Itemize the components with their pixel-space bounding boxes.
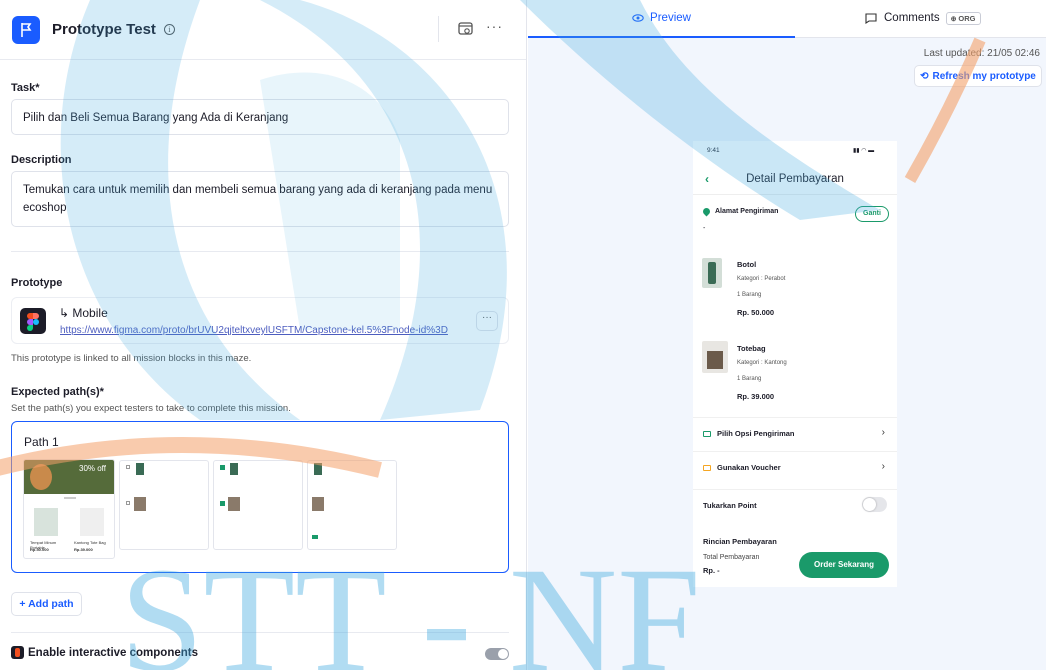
prototype-more-button[interactable]: ··· [476, 311, 498, 331]
truck-icon [703, 430, 711, 437]
org-badge-label: ORG [958, 13, 976, 23]
more-icon[interactable]: ··· [486, 18, 503, 34]
discount-text: 30% off [79, 464, 106, 473]
product-price-2: Rp.39.000 [74, 547, 93, 552]
voucher-icon [703, 464, 711, 471]
tab-comments[interactable]: Comments ⊕ ORG [865, 0, 981, 36]
product-price-1: Rp.50.000 [30, 547, 49, 552]
path-card[interactable]: Path 1 30% off Tempat Minum Portable Rp.… [11, 421, 509, 573]
path-screen-cart-selected[interactable] [213, 460, 303, 550]
chevron-right-icon: › [881, 461, 885, 472]
item-name: Totebag [737, 344, 766, 353]
preview-panel: Preview Comments ⊕ ORG Last updated: 21/… [528, 0, 1046, 670]
prototype-card[interactable]: ↳ Mobile https://www.figma.com/proto/brU… [11, 297, 509, 344]
prototype-label: Prototype [11, 277, 63, 289]
editor-header: Prototype Test i [0, 0, 526, 60]
prototype-url[interactable]: https://www.figma.com/proto/brUVU2qjtelt… [60, 325, 452, 336]
banner-image: 30% off [24, 460, 114, 494]
points-row: Tukarkan Point [693, 489, 897, 519]
phone-app-header: ‹ Detail Pembayaran [693, 165, 897, 195]
signal-icon: ▮▮ ◠ ▬ [853, 148, 875, 154]
expected-paths-hint: Set the path(s) you expect testers to ta… [11, 403, 291, 414]
info-icon[interactable]: i [163, 24, 175, 35]
refresh-icon: ⟲ [920, 70, 929, 82]
figma-icon [11, 646, 24, 659]
payment-summary-heading: Rincian Pembayaran [703, 537, 777, 546]
last-updated: Last updated: 21/05 02:46 [923, 48, 1040, 59]
refresh-prototype-button[interactable]: ⟲ Refresh my prototype [914, 65, 1042, 87]
points-toggle[interactable] [862, 497, 887, 512]
location-pin-icon [701, 206, 712, 217]
voucher-label: Gunakan Voucher [717, 463, 781, 472]
item-price: Rp. 50.000 [737, 308, 775, 317]
add-path-button[interactable]: + Add path [11, 592, 82, 616]
item-name: Botol [737, 260, 757, 269]
product-name-2: Kantong Tote Bag [74, 540, 106, 545]
bottle-image [702, 258, 722, 288]
address-label: Alamat Pengiriman [715, 208, 779, 215]
prototype-name: ↳ Mobile [59, 306, 108, 320]
expected-paths-label: Expected path(s)* [11, 386, 104, 398]
prototype-note: This prototype is linked to all mission … [11, 353, 252, 364]
points-label: Tukarkan Point [703, 501, 757, 510]
address-value: - [703, 225, 706, 232]
window-edit-icon[interactable] [458, 22, 474, 36]
eye-icon [632, 14, 644, 22]
change-address-button[interactable]: Ganti [855, 206, 889, 222]
item-price: Rp. 39.000 [737, 392, 775, 401]
path-screen-checkout[interactable] [307, 460, 397, 550]
interactive-components-toggle[interactable] [485, 648, 509, 660]
description-label: Description [11, 154, 72, 166]
description-input[interactable]: Temukan cara untuk memilih dan membeli s… [11, 171, 509, 227]
tab-comments-label: Comments [884, 12, 940, 24]
totebag-image [702, 341, 728, 373]
path-screen-home[interactable]: 30% off Tempat Minum Portable Rp.50.000 … [23, 459, 115, 559]
mission-editor-panel: Prototype Test i ··· Task* Pilih dan Bel… [0, 0, 527, 670]
shipping-label: Pilih Opsi Pengiriman [717, 429, 795, 438]
tab-preview-label: Preview [650, 12, 691, 24]
order-now-button[interactable]: Order Sekarang [799, 552, 889, 578]
item-qty: 1 Barang [737, 292, 762, 298]
comment-icon [865, 12, 877, 24]
flag-icon [12, 15, 40, 44]
item-category: Kategori : Kantong [737, 360, 787, 366]
interactive-components-label: Enable interactive components [28, 646, 198, 659]
address-row: Alamat Pengiriman [701, 206, 779, 217]
section-divider [11, 251, 509, 252]
prototype-phone-screen[interactable]: 9:41 ▮▮ ◠ ▬ ‹ Detail Pembayaran Alamat P… [693, 141, 897, 587]
voucher-row[interactable]: Gunakan Voucher › [693, 451, 897, 481]
phone-status-bar: 9:41 ▮▮ ◠ ▬ [693, 141, 897, 161]
checkout-bar: Total Pembayaran Rp. - Order Sekarang [693, 546, 897, 587]
phone-page-title: Detail Pembayaran [746, 173, 844, 185]
status-time: 9:41 [707, 147, 720, 154]
header-divider [438, 16, 439, 42]
figma-icon [20, 308, 46, 334]
block-title: Prototype Test [52, 21, 156, 38]
preview-tabs: Preview Comments ⊕ ORG [528, 0, 1046, 38]
path-screen-cart[interactable] [119, 460, 209, 550]
chevron-right-icon: › [881, 427, 885, 438]
section-divider-2 [11, 632, 509, 633]
path-title: Path 1 [24, 435, 59, 449]
total-label: Total Pembayaran [703, 554, 760, 561]
total-value: Rp. - [703, 566, 720, 575]
task-input[interactable]: Pilih dan Beli Semua Barang yang Ada di … [11, 99, 509, 135]
org-badge: ⊕ ORG [945, 11, 981, 25]
item-qty: 1 Barang [737, 376, 762, 382]
task-label: Task* [11, 82, 40, 94]
interactive-components-row: Enable interactive components [11, 646, 198, 659]
shipping-option-row[interactable]: Pilih Opsi Pengiriman › [693, 417, 897, 447]
tab-preview[interactable]: Preview [528, 0, 795, 38]
item-category: Kategori : Perabot [737, 276, 786, 282]
refresh-label: Refresh my prototype [932, 70, 1036, 82]
